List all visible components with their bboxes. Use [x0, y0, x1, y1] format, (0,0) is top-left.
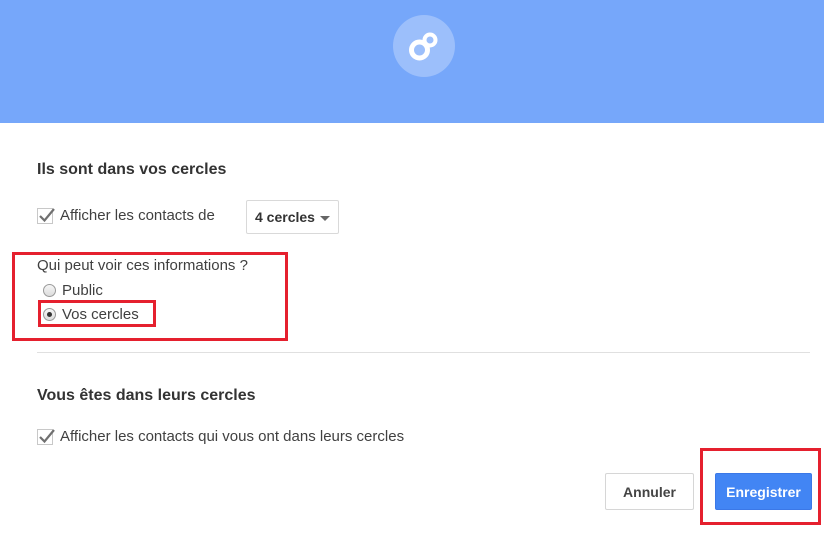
circles-icon: [393, 15, 455, 77]
checkmark-icon: [39, 428, 55, 443]
section-title-in-your-circles: Ils sont dans vos cercles: [37, 161, 227, 178]
cancel-button[interactable]: Annuler: [605, 473, 694, 510]
circles-dropdown[interactable]: 4 cercles: [246, 200, 339, 234]
circles-dropdown-value: 4 cercles: [255, 209, 315, 225]
radio-option-public[interactable]: Public: [43, 282, 103, 299]
caret-down-icon: [320, 216, 330, 221]
show-contacts-checkbox[interactable]: [37, 207, 55, 224]
show-followers-row: Afficher les contacts qui vous ont dans …: [37, 428, 404, 445]
dialog-header: [0, 0, 824, 123]
radio-option-your-circles[interactable]: Vos cercles: [43, 306, 139, 323]
checkmark-icon: [39, 207, 55, 222]
visibility-question: Qui peut voir ces informations ?: [37, 257, 248, 274]
show-followers-checkbox[interactable]: [37, 428, 55, 445]
section-title-their-circles: Vous êtes dans leurs cercles: [37, 387, 256, 404]
radio-public[interactable]: [43, 284, 56, 297]
radio-your-circles-label: Vos cercles: [62, 306, 139, 323]
circles-settings-dialog: Ils sont dans vos cercles Afficher les c…: [0, 0, 824, 534]
show-contacts-label: Afficher les contacts de: [60, 207, 215, 224]
section-divider: [37, 352, 810, 353]
radio-your-circles[interactable]: [43, 308, 56, 321]
show-followers-label: Afficher les contacts qui vous ont dans …: [60, 428, 405, 445]
save-button[interactable]: Enregistrer: [715, 473, 812, 510]
show-contacts-row: Afficher les contacts de: [37, 207, 215, 224]
radio-public-label: Public: [62, 282, 103, 299]
